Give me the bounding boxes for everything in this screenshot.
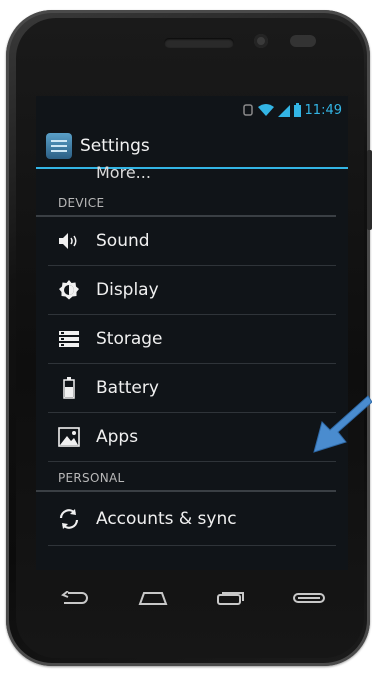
settings-item-label: Display [96,280,159,300]
list-item-more[interactable]: More... [36,165,348,189]
settings-item-label: Accounts & sync [96,508,237,529]
phone-screen: 11:49 Settings More... DEVICE Sound Disp… [36,96,348,570]
signal-icon [277,104,290,117]
settings-item-label: Storage [96,329,163,349]
sound-icon [56,228,82,254]
battery-icon [56,375,82,401]
home-icon[interactable] [133,585,173,611]
section-header-device: DEVICE [36,189,336,217]
recent-apps-icon[interactable] [211,585,251,611]
settings-item-display[interactable]: Display [48,266,336,315]
alarm-icon [242,103,254,117]
sync-icon [56,506,82,532]
apps-icon [56,424,82,450]
settings-item-battery[interactable]: Battery [48,364,336,413]
settings-item-storage[interactable]: Storage [48,315,336,364]
settings-item-label: Apps [96,427,139,447]
settings-app-icon[interactable] [46,132,72,159]
wifi-icon [257,103,274,117]
settings-item-apps[interactable]: Apps [48,413,336,462]
pointer-arrow [312,392,372,460]
proximity-sensor [290,35,316,47]
section-header-personal: PERSONAL [36,462,336,492]
settings-item-label: Sound [96,231,150,251]
status-bar: 11:49 [36,96,348,124]
settings-item-label: Battery [96,378,159,398]
page-title: Settings [80,135,150,156]
action-bar[interactable]: Settings [36,124,348,169]
settings-item-accounts-sync[interactable]: Accounts & sync [48,492,336,546]
side-button [367,150,372,230]
battery-icon [293,103,301,117]
display-icon [56,277,82,303]
earpiece-speaker [164,38,234,48]
menu-icon[interactable] [289,585,329,611]
front-camera [254,34,268,48]
storage-icon [56,326,82,352]
navigation-bar [36,578,348,618]
back-icon[interactable] [55,585,95,611]
settings-item-sound[interactable]: Sound [48,217,336,266]
clock-time: 11:49 [304,102,342,118]
